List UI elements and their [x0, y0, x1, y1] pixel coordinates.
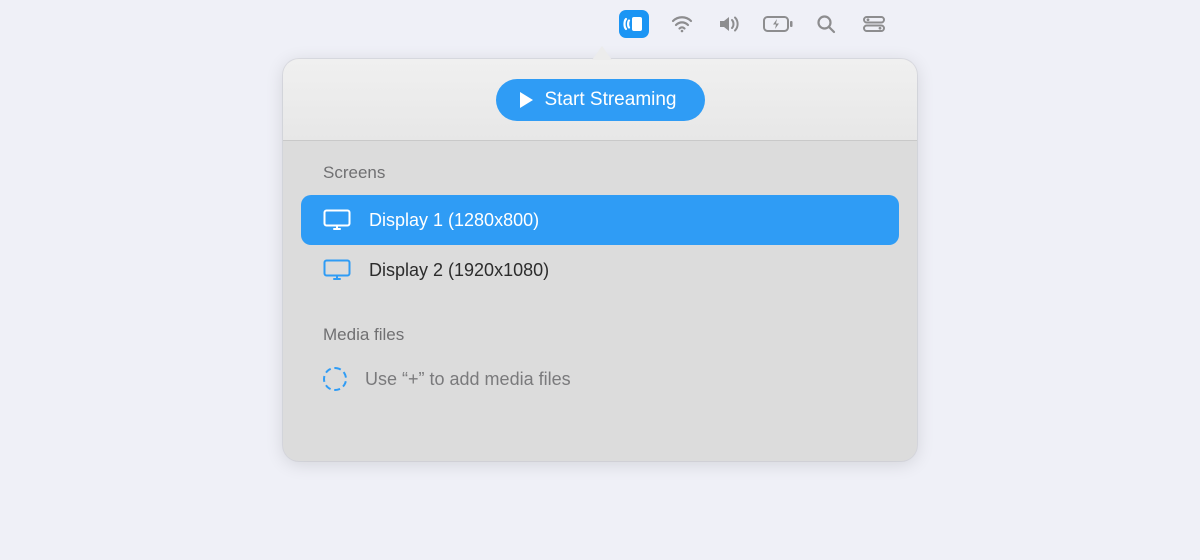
- screen-item-label: Display 1 (1280x800): [369, 210, 539, 231]
- panel-body: Screens Display 1 (1280x800): [283, 141, 917, 461]
- add-placeholder-icon: [323, 367, 347, 391]
- panel: Start Streaming Screens Display 1 (1280x…: [283, 59, 917, 461]
- display-icon: [323, 259, 351, 281]
- screen-item-display-1[interactable]: Display 1 (1280x800): [301, 195, 899, 245]
- battery-icon[interactable]: [763, 10, 793, 38]
- media-section-label: Media files: [301, 325, 899, 357]
- streaming-panel: Start Streaming Screens Display 1 (1280x…: [283, 44, 917, 461]
- start-streaming-label: Start Streaming: [545, 89, 677, 111]
- screen-item-label: Display 2 (1920x1080): [369, 260, 549, 281]
- play-icon: [518, 91, 534, 109]
- streaming-menubar-icon[interactable]: [619, 10, 649, 38]
- control-center-icon[interactable]: [859, 10, 889, 38]
- screens-section-label: Screens: [301, 163, 899, 195]
- menubar: [0, 10, 1200, 38]
- media-files-hint: Use “+” to add media files: [301, 357, 899, 401]
- volume-icon[interactable]: [715, 10, 745, 38]
- display-icon: [323, 209, 351, 231]
- screen-item-display-2[interactable]: Display 2 (1920x1080): [301, 245, 899, 295]
- start-streaming-button[interactable]: Start Streaming: [496, 79, 705, 121]
- wifi-icon[interactable]: [667, 10, 697, 38]
- search-icon[interactable]: [811, 10, 841, 38]
- media-files-section: Media files Use “+” to add media files: [301, 325, 899, 401]
- panel-arrow: [592, 46, 612, 60]
- media-hint-text: Use “+” to add media files: [365, 369, 571, 390]
- panel-header: Start Streaming: [283, 59, 917, 141]
